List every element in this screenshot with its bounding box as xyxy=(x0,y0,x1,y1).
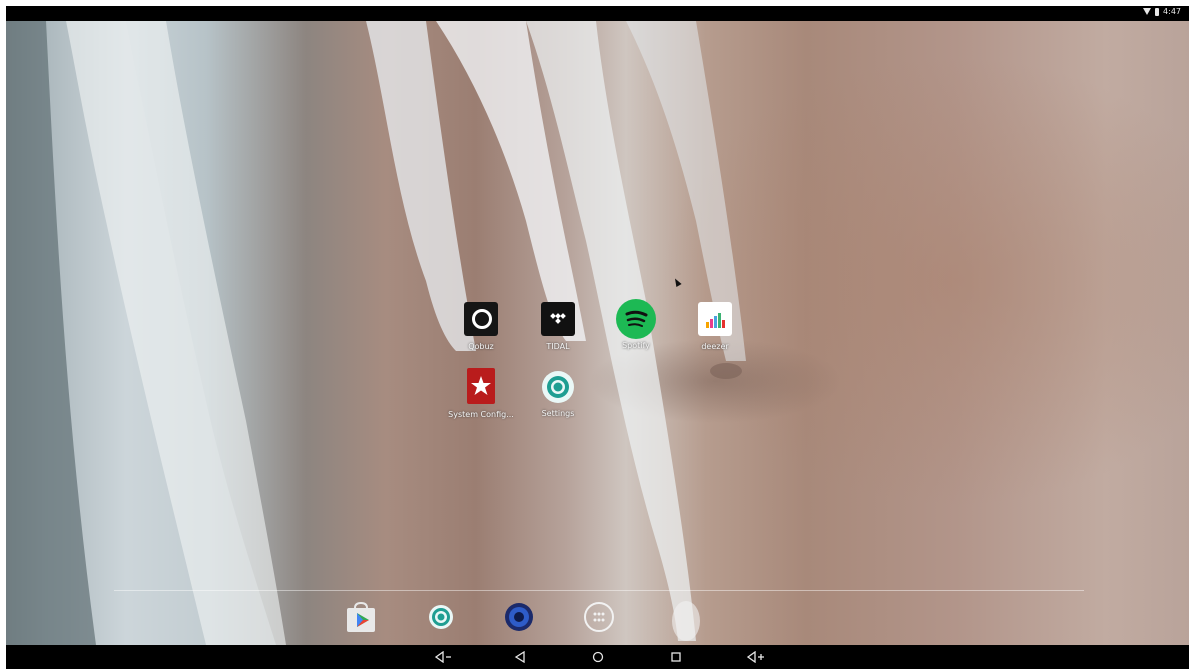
volume-down-button[interactable] xyxy=(426,645,462,669)
system-config-icon xyxy=(467,368,495,404)
app-label: System Config... xyxy=(448,410,514,419)
back-icon xyxy=(514,651,525,663)
home-icon xyxy=(592,651,604,663)
app-qobuz[interactable]: Qobuz xyxy=(446,302,516,351)
dock-divider xyxy=(114,590,1084,591)
tidal-icon xyxy=(541,302,575,336)
volume-up-button[interactable] xyxy=(738,645,774,669)
app-drawer-icon xyxy=(584,602,614,632)
play-store-icon xyxy=(347,601,375,632)
dock-speaker[interactable] xyxy=(502,600,536,634)
deezer-icon xyxy=(698,302,732,336)
app-system-config[interactable]: System Config... xyxy=(446,368,516,419)
recents-button[interactable] xyxy=(658,645,694,669)
settings-icon xyxy=(542,371,574,403)
spotify-icon xyxy=(616,299,656,339)
app-spotify[interactable]: Spotify xyxy=(601,299,671,350)
app-label: deezer xyxy=(701,342,729,351)
wallpaper-texture xyxy=(6,21,746,645)
wifi-icon xyxy=(1143,8,1152,15)
dock-settings[interactable] xyxy=(424,600,458,634)
qobuz-icon xyxy=(464,302,498,336)
app-tidal[interactable]: TIDAL xyxy=(523,302,593,351)
back-button[interactable] xyxy=(502,645,538,669)
app-drawer-button[interactable] xyxy=(582,600,616,634)
status-icons: 4:47 xyxy=(1143,7,1181,16)
app-label: TIDAL xyxy=(546,342,570,351)
status-time: 4:47 xyxy=(1163,7,1181,16)
recents-icon xyxy=(671,652,681,662)
android-screen: 4:47 Qobuz TIDAL Spotify deezer System C… xyxy=(6,6,1189,669)
app-deezer[interactable]: deezer xyxy=(680,302,750,351)
status-bar: 4:47 xyxy=(6,6,1189,21)
speaker-icon xyxy=(505,603,533,631)
home-button[interactable] xyxy=(580,645,616,669)
navigation-bar xyxy=(6,645,1189,669)
dock-play-store[interactable] xyxy=(344,600,378,634)
volume-up-icon xyxy=(747,651,764,663)
battery-icon xyxy=(1155,7,1160,16)
volume-down-icon xyxy=(435,651,451,663)
app-label: Spotify xyxy=(622,341,650,350)
wallpaper xyxy=(6,21,1189,645)
app-label: Qobuz xyxy=(468,342,494,351)
app-settings[interactable]: Settings xyxy=(523,371,593,418)
settings-icon xyxy=(429,605,453,629)
app-label: Settings xyxy=(541,409,575,418)
